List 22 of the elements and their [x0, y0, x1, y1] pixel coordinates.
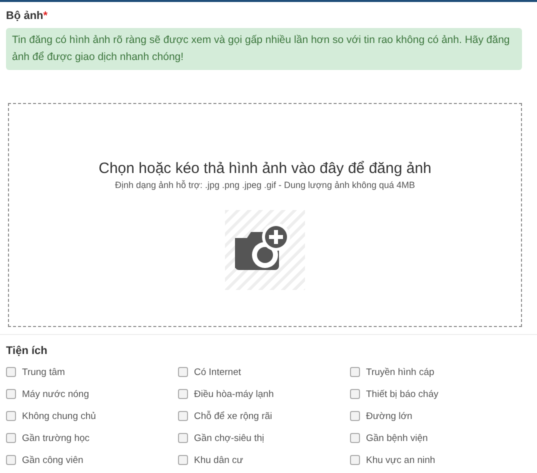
amenity-checkbox[interactable]: Máy nước nóng [6, 387, 178, 401]
upload-dropzone[interactable]: Chọn hoặc kéo thả hình ảnh vào đây để đăng ảnh Định dạng ảnh hỗ trợ: .jpg .png .jpeg .gif - Dung lượng ảnh không quá 4MB [8, 103, 522, 327]
amenity-checkbox[interactable]: Gần trường học [6, 431, 178, 445]
dropzone-title: Chọn hoặc kéo thả hình ảnh vào đây để đăng ảnh [98, 160, 432, 177]
amenity-checkbox[interactable]: Khu vực an ninh [350, 453, 531, 467]
dropzone-hint: Định dạng ảnh hỗ trợ: .jpg .png .jpeg .gif - Dung lượng ảnh không quá 4MB [114, 180, 416, 190]
amenity-checkbox[interactable]: Chỗ để xe rộng rãi [178, 409, 350, 423]
amenity-checkbox[interactable]: Truyền hình cáp [350, 365, 531, 379]
notice-message: Tin đăng có hình ảnh rõ ràng sẽ được xem và gọi gấp nhiều lần hơn so với tin rao không có ảnh. Hãy đăng ảnh để được giao dịch nhanh chóng! [6, 28, 522, 70]
section-title: Tiện ích [6, 345, 48, 357]
amenity-checkbox[interactable]: Điều hòa-máy lạnh [178, 387, 350, 401]
amenity-checkbox[interactable]: Có Internet [178, 365, 350, 379]
amenity-checkbox[interactable]: Thiết bị báo cháy [350, 387, 531, 401]
amenity-checkbox[interactable]: Gần bệnh viện [350, 431, 531, 445]
amenity-checkbox[interactable]: Khu dân cư [178, 453, 350, 467]
add-photo-icon [225, 210, 305, 290]
section-label: Bộ ảnh* [6, 10, 48, 22]
amenity-checkbox[interactable]: Gần công viên [6, 453, 178, 467]
amenity-checkbox[interactable]: Gần chợ-siêu thị [178, 431, 350, 445]
amenity-checkbox[interactable]: Không chung chủ [6, 409, 178, 423]
amenity-checkbox[interactable]: Trung tâm [6, 365, 178, 379]
amenity-checkbox[interactable]: Đường lớn [350, 409, 531, 423]
